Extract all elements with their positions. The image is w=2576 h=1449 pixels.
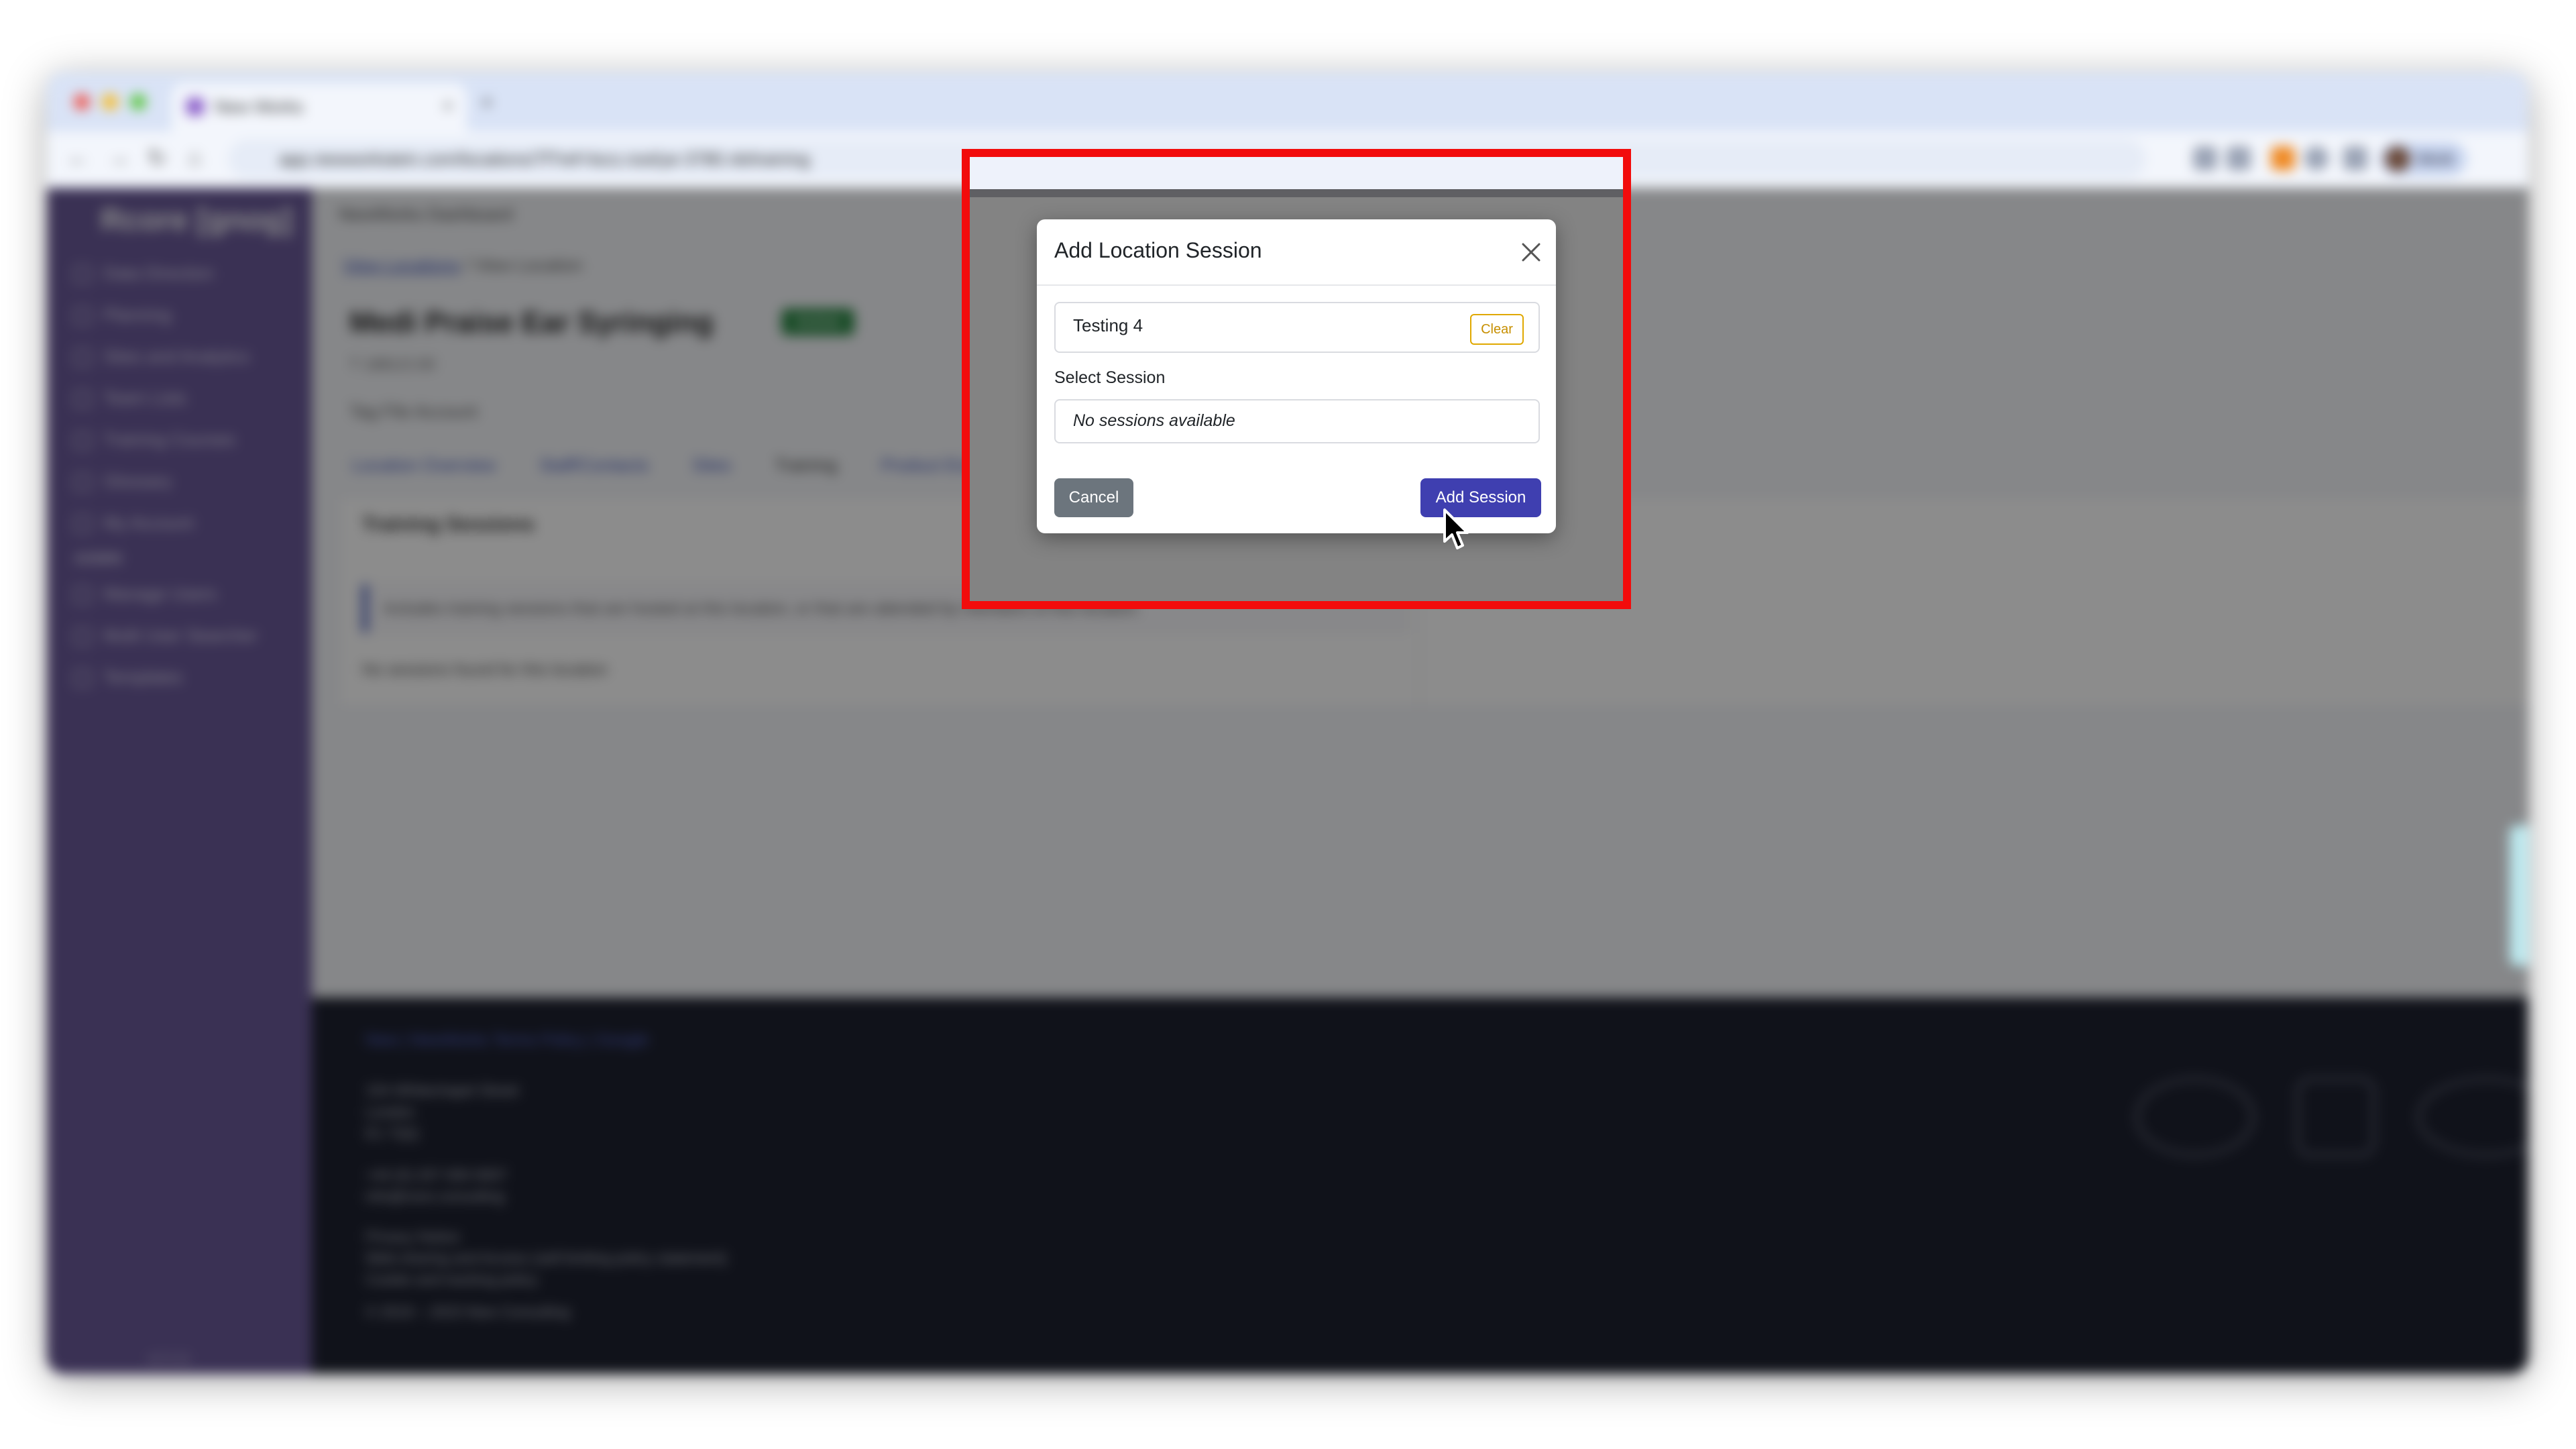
feedback-tab[interactable] — [2510, 825, 2528, 966]
extension-icon[interactable] — [2271, 146, 2295, 170]
reload-icon[interactable]: ↻ — [148, 145, 167, 172]
forward-icon[interactable]: → — [107, 145, 130, 171]
mouse-cursor-icon — [1443, 508, 1469, 549]
side-panel-icon[interactable] — [2343, 146, 2367, 170]
profile-name: Work — [2417, 150, 2455, 168]
zoom-icon[interactable] — [2193, 146, 2217, 170]
url-text: app.newworkstein.com/locations/7f?ref=lo… — [279, 149, 810, 169]
tab-title: New Works — [215, 97, 304, 117]
back-icon[interactable]: ← — [67, 145, 90, 171]
new-tab-icon[interactable]: + — [480, 90, 494, 116]
close-window-icon[interactable] — [74, 94, 90, 110]
minimize-window-icon[interactable] — [102, 94, 118, 110]
profile-button[interactable]: Work — [2379, 142, 2467, 176]
bookmark-icon[interactable] — [2227, 146, 2251, 170]
maximize-window-icon[interactable] — [130, 94, 146, 110]
tab-strip: New Works × + — [47, 72, 2528, 131]
site-favicon-icon — [186, 98, 204, 115]
home-icon[interactable]: ⌂ — [188, 145, 202, 171]
avatar — [2385, 146, 2410, 172]
highlight-annotation — [962, 149, 1631, 609]
tab-close-icon[interactable]: × — [443, 95, 453, 117]
browser-tab[interactable]: New Works × — [172, 83, 467, 131]
extension-icon[interactable] — [2304, 146, 2329, 170]
